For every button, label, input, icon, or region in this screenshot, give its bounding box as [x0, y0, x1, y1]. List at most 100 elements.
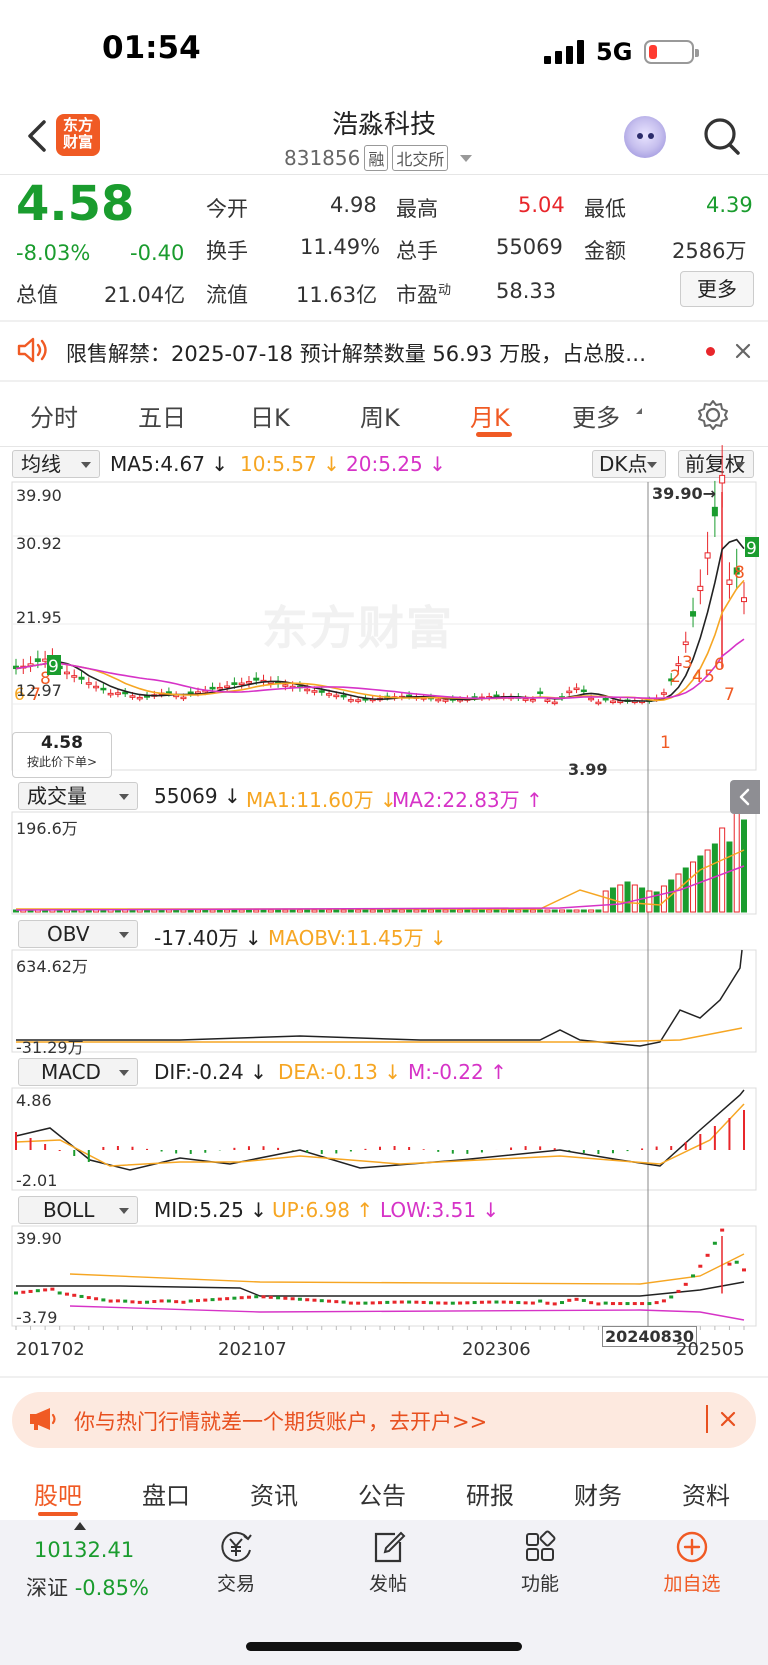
boll-candle — [239, 1296, 244, 1300]
volume-bar — [500, 909, 507, 913]
macd-select[interactable]: MACD — [18, 1058, 138, 1086]
candle-count-mark: 1 — [660, 733, 671, 753]
macd-histogram-bar — [568, 1150, 571, 1151]
obv-select[interactable]: OBV — [18, 920, 138, 948]
close-icon[interactable] — [720, 1411, 736, 1427]
collapse-panel-button[interactable] — [730, 780, 760, 814]
kline-chart[interactable]: 6 7891234 56789 — [0, 0, 768, 1380]
nav-trade[interactable]: 交易 — [206, 1530, 266, 1596]
candle-body — [129, 695, 136, 698]
candle-body — [34, 658, 41, 662]
macd-axis-bottom: -2.01 — [16, 1171, 58, 1190]
candle-body — [253, 677, 260, 681]
volume-bar — [289, 909, 296, 913]
volume-bar — [216, 909, 223, 913]
home-indicator — [246, 1642, 522, 1651]
tab-profile[interactable]: 资料 — [682, 1476, 730, 1511]
volume-bar — [413, 909, 420, 913]
volume-bar — [238, 909, 245, 913]
nav-functions[interactable]: 功能 — [510, 1530, 570, 1596]
volume-bar — [420, 909, 427, 913]
boll-candle — [334, 1300, 339, 1304]
tab-news[interactable]: 资讯 — [250, 1476, 298, 1511]
x-axis-label: 201702 — [16, 1339, 85, 1360]
index-value[interactable]: 10132.41 — [34, 1538, 134, 1562]
boll-candle — [560, 1301, 564, 1305]
macd-histogram-bar — [233, 1147, 236, 1150]
boll-candle — [115, 1299, 120, 1303]
volume-select[interactable]: 成交量 — [18, 782, 138, 810]
candle-body — [573, 687, 580, 691]
candle-body — [522, 698, 529, 701]
volume-bar — [719, 827, 726, 913]
obv-line — [16, 949, 743, 1047]
volume-bar — [493, 909, 500, 913]
boll-candle — [217, 1297, 222, 1301]
grid-functions-icon — [526, 1530, 556, 1561]
index-name-change[interactable]: 深证 -0.85% — [26, 1572, 149, 1602]
nav-add-watchlist[interactable]: 加自选 — [652, 1530, 732, 1596]
boll-candle — [661, 1299, 666, 1303]
volume-bar — [209, 909, 216, 913]
tab-guba[interactable]: 股吧 — [34, 1476, 82, 1511]
macd-histogram-bar — [626, 1150, 629, 1152]
candle-body — [442, 699, 449, 702]
candle-body — [304, 688, 311, 692]
boll-candle — [596, 1302, 601, 1306]
candle-body — [711, 506, 718, 517]
candle-body — [544, 699, 551, 702]
macd-histogram-bar — [379, 1146, 381, 1150]
macd-histogram-bar — [15, 1132, 17, 1150]
candle-body — [726, 579, 733, 585]
macd-dea-line — [15, 1103, 745, 1167]
macd-histogram-bar — [189, 1150, 192, 1154]
volume-bar — [457, 909, 464, 913]
candle-body — [231, 682, 238, 686]
boll-candle — [691, 1274, 696, 1278]
macd-histogram-bar — [364, 1148, 367, 1150]
boll-up-line — [69, 1253, 745, 1285]
boll-select[interactable]: BOLL — [18, 1196, 138, 1224]
candle-count-mark: 9 — [746, 539, 757, 559]
volume-bar — [566, 909, 573, 913]
boll-candle — [465, 1301, 470, 1305]
macd-m: M:-0.22 ↑ — [408, 1060, 507, 1084]
volume-bar — [355, 909, 362, 913]
boll-candle — [727, 1262, 732, 1266]
candle-body — [355, 699, 362, 702]
boll-candle — [523, 1301, 528, 1305]
boll-candle — [35, 1289, 40, 1293]
tab-pankou[interactable]: 盘口 — [142, 1476, 190, 1511]
boll-candle — [268, 1295, 273, 1299]
volume-bar — [508, 909, 515, 913]
volume-bar — [384, 909, 391, 913]
boll-candle — [319, 1299, 324, 1303]
tab-research[interactable]: 研报 — [466, 1476, 514, 1511]
tab-finance[interactable]: 财务 — [574, 1476, 622, 1511]
boll-candle — [50, 1287, 55, 1291]
volume-bar — [245, 909, 252, 913]
candle-body — [195, 691, 201, 694]
boll-candle — [545, 1301, 550, 1305]
boll-candle — [625, 1302, 630, 1306]
candle-count-mark: 7 — [724, 685, 735, 705]
volume-axis-top: 196.6万 — [16, 819, 78, 838]
macd-histogram-bar — [349, 1150, 352, 1152]
candle-body — [660, 692, 667, 695]
candle-body — [741, 597, 747, 603]
order-price-tip[interactable]: 4.58 按此价下单> — [12, 732, 112, 778]
boll-candle — [392, 1300, 397, 1304]
tab-announcements[interactable]: 公告 — [358, 1476, 406, 1511]
candle-body — [136, 696, 143, 700]
macd-histogram-bar — [393, 1146, 396, 1150]
obv-axis-bottom: -31.29万 — [16, 1038, 84, 1057]
macd-histogram-bar — [58, 1150, 61, 1151]
watermark: 东方财富 — [262, 601, 454, 655]
volume-bar — [282, 909, 289, 913]
boll-candle — [516, 1301, 521, 1305]
volume-bar — [260, 909, 267, 913]
nav-post[interactable]: 发帖 — [358, 1530, 418, 1596]
candle-body — [42, 658, 49, 662]
candle-count-mark: 2 — [670, 667, 681, 687]
boll-candle — [676, 1289, 681, 1293]
